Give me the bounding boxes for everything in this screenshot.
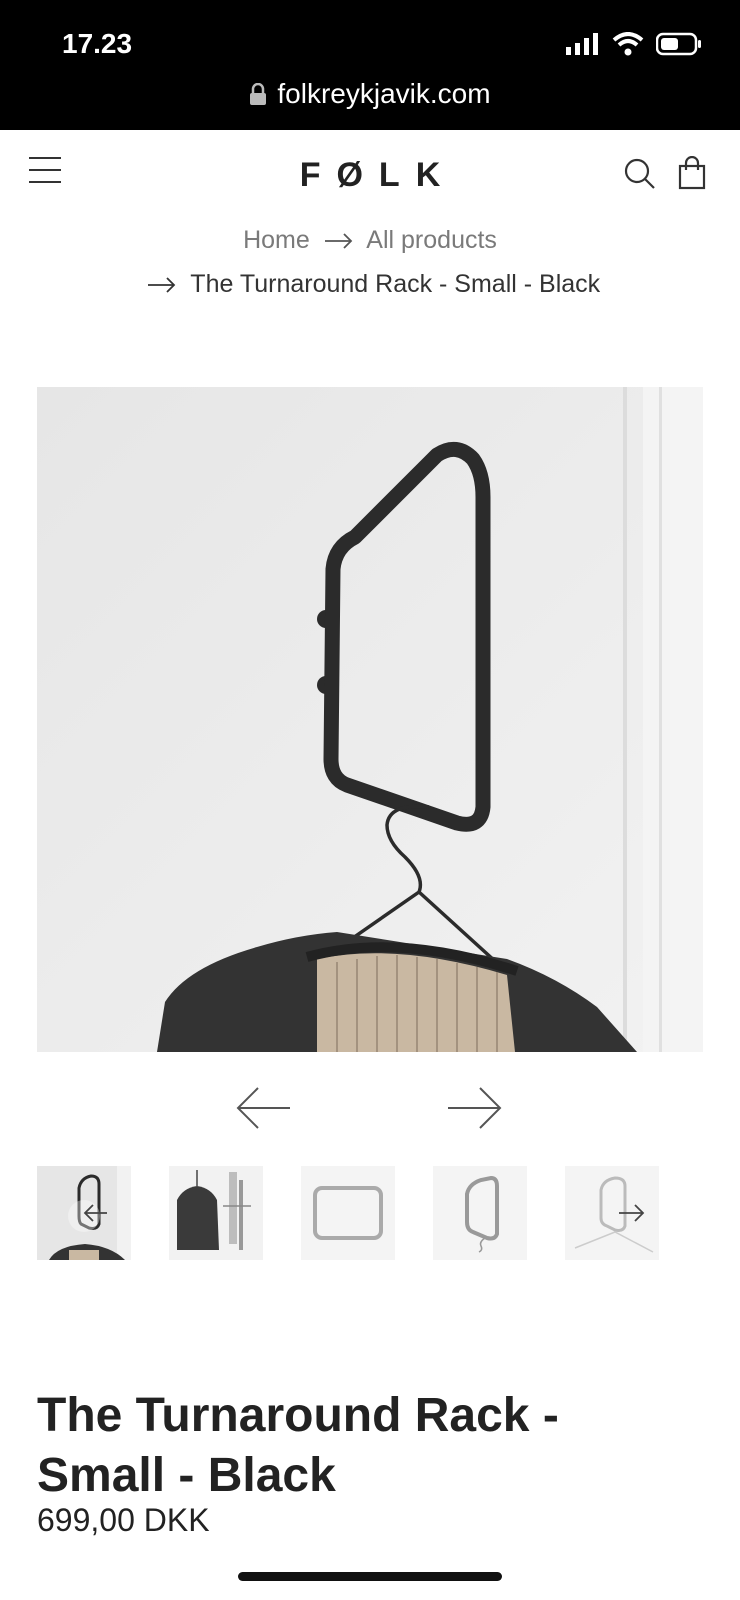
arrow-right-icon[interactable] bbox=[617, 1203, 645, 1223]
wifi-icon bbox=[612, 32, 644, 56]
signal-icon bbox=[566, 33, 598, 55]
battery-icon bbox=[656, 32, 701, 56]
thumbnail-1[interactable] bbox=[37, 1166, 131, 1260]
arrow-right-icon[interactable] bbox=[446, 1086, 502, 1130]
breadcrumb-all-products[interactable]: All products bbox=[366, 226, 497, 254]
status-bar: 17.23 folkreykjavik.com bbox=[0, 0, 740, 130]
thumbnail-strip bbox=[37, 1166, 703, 1260]
thumbnail-3[interactable] bbox=[301, 1166, 395, 1260]
home-indicator bbox=[238, 1572, 502, 1581]
product-photo bbox=[37, 387, 703, 1052]
shopping-bag-icon[interactable] bbox=[678, 156, 706, 190]
url-text: folkreykjavik.com bbox=[277, 78, 491, 109]
product-price: 699,00 DKK bbox=[37, 1502, 210, 1538]
status-time: 17.23 bbox=[62, 28, 133, 59]
breadcrumb-current: The Turnaround Rack - Small - Black bbox=[190, 270, 601, 298]
arrow-right-icon bbox=[324, 233, 352, 250]
gallery-navigation bbox=[0, 1086, 740, 1136]
breadcrumb-home[interactable]: Home bbox=[243, 226, 310, 254]
lock-icon bbox=[250, 83, 267, 105]
product-title-line2: Small - Black bbox=[37, 1449, 336, 1502]
product-title: The Turnaround Rack - Small - Black bbox=[37, 1386, 703, 1506]
arrow-right-icon bbox=[147, 277, 176, 294]
arrow-left-icon[interactable] bbox=[83, 1204, 109, 1222]
thumbnail-2[interactable] bbox=[169, 1166, 263, 1260]
product-title-line1: The Turnaround Rack - bbox=[37, 1389, 559, 1442]
arrow-left-icon[interactable] bbox=[236, 1086, 292, 1130]
status-icons bbox=[566, 32, 702, 56]
breadcrumb: Home All products The Turnaround Rack - … bbox=[0, 218, 740, 306]
search-icon[interactable] bbox=[624, 158, 656, 190]
url-bar[interactable]: folkreykjavik.com bbox=[0, 78, 740, 110]
site-header: FØLK bbox=[0, 130, 740, 216]
product-main-image[interactable] bbox=[37, 387, 703, 1052]
thumbnail-4[interactable] bbox=[433, 1166, 527, 1260]
